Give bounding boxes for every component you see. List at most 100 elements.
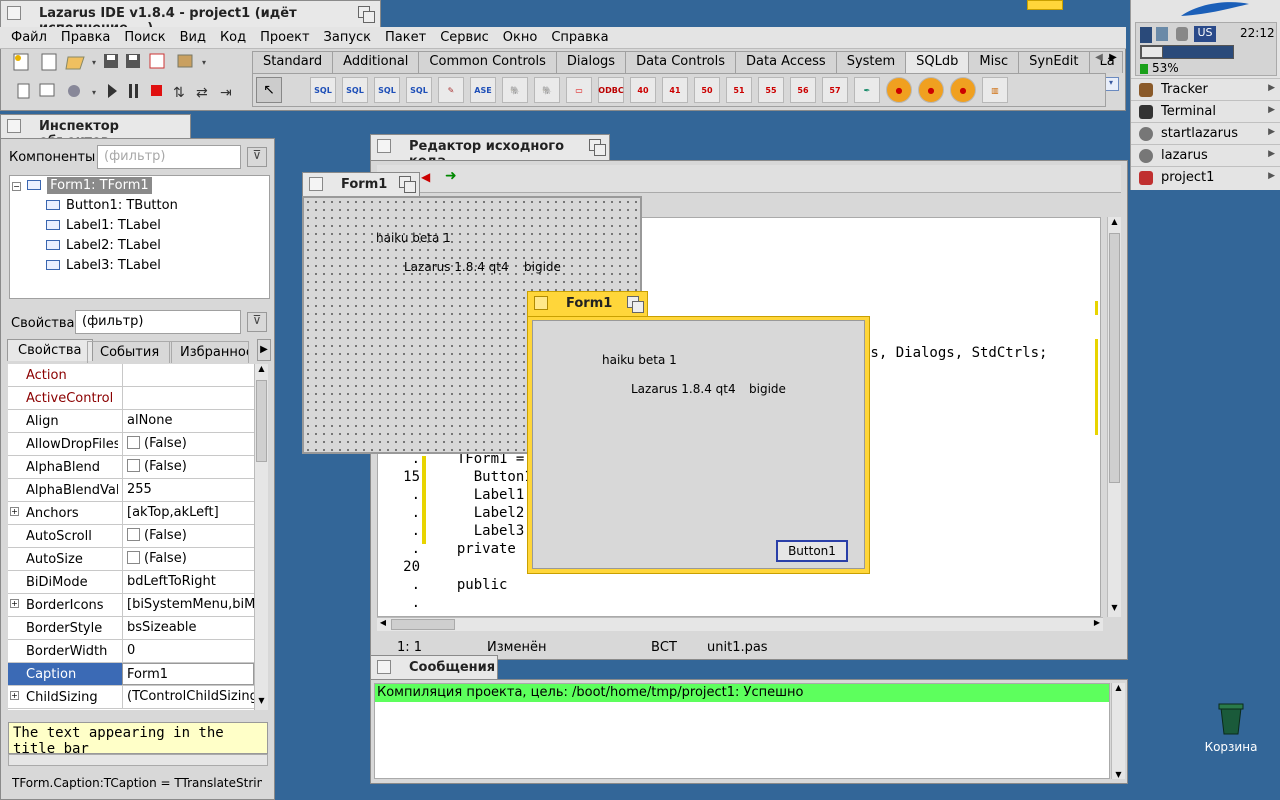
tab-favorites[interactable]: Избранное <box>169 341 249 363</box>
property-row[interactable]: BiDiMode bdLeftToRight <box>8 571 254 594</box>
design-label2[interactable]: Lazarus 1.8.4 qt4 <box>404 260 509 274</box>
palette-component-icon[interactable]: 🐘 <box>534 77 560 103</box>
palette-component-icon[interactable]: SQL <box>374 77 400 103</box>
property-value[interactable]: (False) <box>122 525 254 547</box>
build-mode-icon[interactable] <box>68 85 80 97</box>
network-icon[interactable] <box>1156 27 1168 41</box>
palette-tab[interactable]: System <box>835 51 907 73</box>
palette-component-icon[interactable]: ✒ <box>854 77 880 103</box>
property-row[interactable]: BorderStyle bsSizeable <box>8 617 254 640</box>
palette-tab[interactable]: Common Controls <box>418 51 557 73</box>
property-value[interactable]: (False) <box>122 433 254 455</box>
property-value[interactable]: [akTop,akLeft] <box>122 502 254 524</box>
scroll-thumb[interactable] <box>1109 233 1120 483</box>
dropdown-icon[interactable]: ▾ <box>92 88 96 97</box>
tree-item[interactable]: Label1: TLabel <box>46 218 161 238</box>
menu-search[interactable]: Поиск <box>117 27 172 48</box>
palette-component-icon[interactable]: ● <box>886 77 912 103</box>
code-line[interactable]: Button1 <box>440 469 533 485</box>
scroll-up-icon[interactable]: ▲ <box>1112 683 1125 692</box>
checkbox[interactable] <box>127 551 140 564</box>
palette-scroll-left-icon[interactable]: ◀ <box>1092 52 1106 70</box>
properties-filter[interactable]: (фильтр) <box>75 310 241 334</box>
pause-icon[interactable] <box>129 84 138 98</box>
property-row[interactable]: ActiveControl <box>8 387 254 410</box>
property-row[interactable]: AlphaBlendValue 255 <box>8 479 254 502</box>
palette-component-icon[interactable]: ● <box>918 77 944 103</box>
toggle-form-icon[interactable] <box>149 53 165 69</box>
designer-form-title-tab[interactable]: Form1 <box>302 172 420 197</box>
tree-item[interactable]: Label3: TLabel <box>46 258 161 278</box>
property-row[interactable]: + BorderIcons [biSystemMenu,biMinimize <box>8 594 254 617</box>
palette-tab-selected[interactable]: SQLdb <box>905 51 970 73</box>
palette-scroll-right-icon[interactable]: ▶ <box>1106 52 1120 70</box>
code-line[interactable]: Label1: <box>440 487 533 503</box>
back-arrow-icon[interactable]: ◀ <box>421 170 430 184</box>
palette-tab[interactable]: Additional <box>332 51 420 73</box>
property-value[interactable]: alNone <box>122 410 254 432</box>
deskbar-item-tracker[interactable]: Tracker ▶ <box>1131 78 1280 100</box>
palette-tab[interactable]: Misc <box>968 51 1020 73</box>
replicant-icon[interactable] <box>1027 0 1063 10</box>
clock[interactable]: 22:12 <box>1240 26 1275 40</box>
close-box[interactable] <box>377 139 391 153</box>
palette-component-icon[interactable]: 41 <box>662 77 688 103</box>
property-row[interactable]: + ChildSizing (TControlChildSizing) <box>8 686 254 709</box>
property-value[interactable]: bsSizeable <box>122 617 254 639</box>
code-line[interactable]: public <box>440 577 508 593</box>
ide-title-tab[interactable]: Lazarus IDE v1.8.4 - project1 (идёт испо… <box>0 0 381 36</box>
step-over-icon[interactable]: ⇄ <box>196 85 208 101</box>
menu-file[interactable]: Файл <box>4 27 54 48</box>
property-row[interactable]: AutoScroll (False) <box>8 525 254 548</box>
palette-component-icon[interactable]: SQL <box>406 77 432 103</box>
menu-run[interactable]: Запуск <box>317 27 379 48</box>
step-into-icon[interactable]: ⇅ <box>173 85 185 101</box>
zoom-box[interactable] <box>399 176 416 193</box>
workspace-1[interactable] <box>1141 46 1163 58</box>
zoom-box[interactable] <box>589 139 606 156</box>
button1[interactable]: Button1 <box>776 540 848 562</box>
deskbar-item-terminal[interactable]: Terminal ▶ <box>1131 100 1280 122</box>
tab-properties[interactable]: Свойства <box>7 339 93 361</box>
new-form-icon[interactable] <box>41 53 57 71</box>
filter-clear-icon[interactable]: ⊽ <box>247 147 267 167</box>
scroll-left-icon[interactable]: ◀ <box>377 618 389 627</box>
expand-icon[interactable]: + <box>10 507 19 516</box>
close-box[interactable] <box>377 660 391 674</box>
palette-component-icon[interactable]: 🐘 <box>502 77 528 103</box>
tree-root[interactable]: − Form1: TForm1 <box>12 177 152 198</box>
palette-component-icon[interactable]: ▥ <box>982 77 1008 103</box>
palette-component-icon[interactable]: ▭ <box>566 77 592 103</box>
property-scrollbar[interactable]: ▲ ▼ <box>254 364 268 710</box>
palette-component-icon[interactable]: SQL <box>310 77 336 103</box>
view-forms-icon[interactable] <box>39 83 55 97</box>
stop-icon[interactable] <box>151 85 162 96</box>
palette-component-icon[interactable]: ● <box>950 77 976 103</box>
property-value[interactable]: 0 <box>122 640 254 662</box>
property-row[interactable]: + Anchors [akTop,akLeft] <box>8 502 254 525</box>
trash[interactable]: Корзина <box>1200 698 1262 760</box>
design-label3[interactable]: bigide <box>524 260 561 274</box>
palette-tab[interactable]: Data Access <box>735 51 837 73</box>
inspector-title-tab[interactable]: Инспектор объектов <box>0 114 191 149</box>
design-label1[interactable]: haiku beta 1 <box>376 231 451 245</box>
selection-pointer-icon[interactable]: ↖ <box>256 77 282 103</box>
deskbar-item-lazarus[interactable]: lazarus ▶ <box>1131 144 1280 166</box>
property-value[interactable] <box>122 387 254 409</box>
property-value[interactable]: [biSystemMenu,biMinimize <box>122 594 254 616</box>
palette-component-icon[interactable]: ✎ <box>438 77 464 103</box>
tree-item[interactable]: Button1: TButton <box>46 198 178 218</box>
view-units-icon[interactable] <box>17 83 30 99</box>
code-line[interactable]: Label3: <box>440 523 533 539</box>
checkbox[interactable] <box>127 528 140 541</box>
message-line[interactable]: Компиляция проекта, цель: /boot/home/tmp… <box>375 684 1109 702</box>
zoom-box[interactable] <box>358 6 375 23</box>
palette-tab[interactable]: SynEdit <box>1018 51 1090 73</box>
tab-events[interactable]: События <box>87 341 173 363</box>
palette-component-icon[interactable]: SQL <box>342 77 368 103</box>
property-row[interactable]: AlphaBlend (False) <box>8 456 254 479</box>
code-line[interactable]: private <box>440 541 516 557</box>
editor-title-tab[interactable]: Редактор исходного кода <box>370 134 610 169</box>
workspace-switcher[interactable] <box>1140 45 1234 59</box>
palette-component-icon[interactable]: 40 <box>630 77 656 103</box>
